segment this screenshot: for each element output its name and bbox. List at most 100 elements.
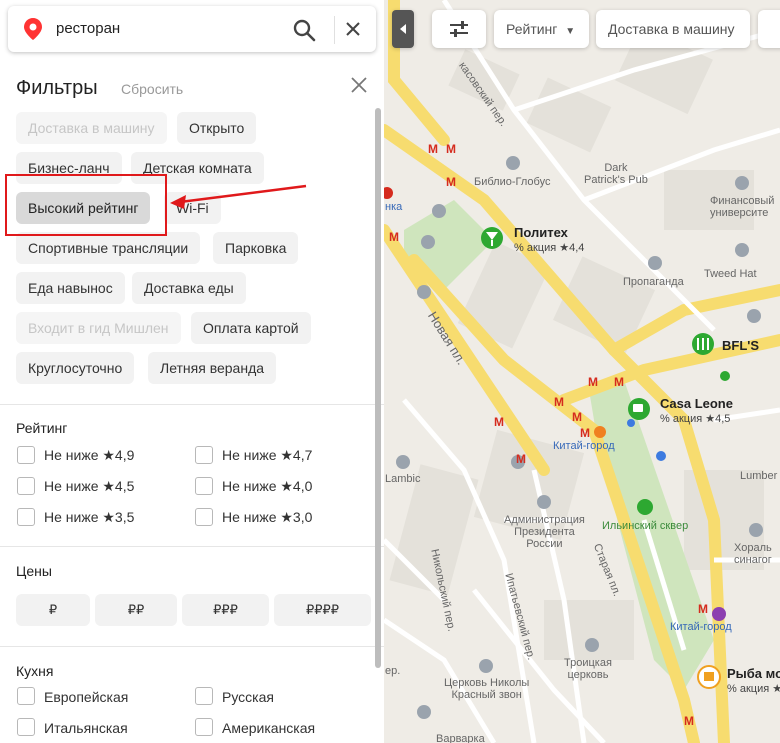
ryba-pin-icon [697, 665, 721, 689]
park-icon [637, 499, 653, 515]
casa-leone-pin-icon [628, 398, 650, 420]
place-name-politeh[interactable]: Политех [514, 225, 568, 240]
poi-label: Tweed Hat [704, 268, 757, 280]
metro-badge-7-icon [712, 607, 726, 621]
green-dot-icon [720, 371, 730, 381]
rating-checkbox-47[interactable] [195, 446, 213, 464]
filters-panel: ресторан Фильтры Сбросить Доставка в маш… [0, 0, 384, 743]
poi-label: Библио-Глобус [474, 176, 551, 188]
rating-checkbox-49[interactable] [17, 446, 35, 464]
filter-chip-sports[interactable]: Спортивные трансляции [16, 232, 201, 264]
poi-label: Администрация Президента России [504, 514, 585, 550]
politeh-pin-icon [481, 227, 503, 249]
filter-chip-parking[interactable]: Парковка [213, 232, 299, 264]
metro-icon: M [389, 230, 399, 244]
map-area[interactable]: M M M M M M M M M M M M M касовский пер.… [384, 0, 780, 743]
rating-dropdown[interactable]: Рейтинг ▼ [494, 10, 589, 48]
filters-toggle-button[interactable] [432, 10, 486, 48]
metro-icon: M [614, 375, 624, 389]
filters-title: Фильтры [16, 77, 98, 99]
chevron-down-icon: ▼ [565, 26, 576, 37]
filter-chip-michelin[interactable]: Входит в гид Мишлен [16, 312, 181, 344]
rating-checkbox-40[interactable] [195, 477, 213, 495]
metro-icon: M [446, 175, 456, 189]
poi-label: Dark Patrick's Pub [584, 162, 648, 186]
bfls-pin-icon [692, 333, 714, 355]
poi-label: Хораль синагог [734, 542, 772, 566]
annotation-arrow-icon [170, 184, 307, 209]
metro-icon: M [580, 426, 590, 440]
location-pin-icon [24, 18, 42, 40]
prices-section-title: Цены [16, 563, 52, 579]
more-filters-button[interactable] [758, 10, 780, 48]
reset-filters-button[interactable]: Сбросить [121, 81, 183, 97]
metro-icon: M [572, 410, 582, 424]
cuisine-section-title: Кухня [16, 663, 54, 679]
poi-label: Lambic [385, 473, 421, 485]
panel-scrollbar[interactable] [375, 108, 381, 668]
cuisine-option-label: Итальянская [44, 720, 128, 736]
search-input[interactable]: ресторан [56, 20, 120, 37]
cuisine-checkbox-american[interactable] [195, 718, 213, 736]
rating-section-title: Рейтинг [16, 420, 68, 436]
price-button-3[interactable]: ₽₽₽ [182, 594, 269, 626]
place-sub-politeh: % акция ★4,4 [514, 242, 585, 254]
poi-label: Церковь Николы Красный звон [444, 677, 530, 701]
cuisine-option-label: Русская [222, 689, 274, 705]
filter-chip-open[interactable]: Открыто [177, 112, 257, 144]
filter-chip-food-delivery[interactable]: Доставка еды [132, 272, 246, 304]
section-divider [0, 404, 384, 405]
rating-checkbox-30[interactable] [195, 508, 213, 526]
poi-label: Финансовый университе [710, 195, 775, 219]
metro-icon: M [494, 415, 504, 429]
poi-label: Троицкая церковь [564, 657, 612, 681]
metro-icon: M [698, 602, 708, 616]
place-name-bfls[interactable]: BFL'S [722, 338, 759, 353]
blue-dot-icon [656, 451, 666, 461]
car-delivery-button[interactable]: Доставка в машину [596, 10, 750, 48]
price-button-2[interactable]: ₽₽ [95, 594, 177, 626]
place-sub-ryba: % акция ★4,5 [727, 683, 780, 695]
rating-checkbox-35[interactable] [17, 508, 35, 526]
rating-checkbox-45[interactable] [17, 477, 35, 495]
rating-option-label: Не ниже ★4,5 [44, 478, 135, 494]
clear-search-icon[interactable] [344, 20, 362, 38]
rating-dropdown-label: Рейтинг [506, 21, 558, 37]
collapse-panel-button[interactable] [392, 10, 414, 48]
place-sub-casa-leone: % акция ★4,5 [660, 413, 731, 425]
metro-badge-6-icon [594, 426, 606, 438]
filter-chip-veranda[interactable]: Летняя веранда [148, 352, 277, 384]
metro-label: Китай-город [670, 621, 732, 633]
metro-icon: M [516, 452, 526, 466]
metro-icon: M [446, 142, 456, 156]
cuisine-checkbox-european[interactable] [17, 687, 35, 705]
metro-icon: M [428, 142, 438, 156]
street-label: ер. [385, 665, 401, 677]
filter-chip-car-delivery[interactable]: Доставка в машину [16, 112, 167, 144]
cuisine-checkbox-russian[interactable] [195, 687, 213, 705]
filter-chip-card-payment[interactable]: Оплата картой [191, 312, 311, 344]
search-icon[interactable] [292, 18, 316, 42]
sliders-icon [450, 21, 468, 37]
close-icon[interactable] [350, 76, 368, 94]
highlight-box [5, 174, 167, 236]
filter-chip-24h[interactable]: Круглосуточно [16, 352, 135, 384]
blue-dot-icon [627, 419, 635, 427]
cuisine-option-label: Европейская [44, 689, 129, 705]
search-divider [334, 16, 335, 44]
place-name-casa-leone[interactable]: Casa Leone [660, 396, 733, 411]
search-box[interactable]: ресторан [8, 6, 376, 52]
place-name-ryba[interactable]: Рыба мо [727, 666, 780, 681]
section-divider [0, 646, 384, 647]
price-button-4[interactable]: ₽₽₽₽ [274, 594, 371, 626]
park-label: Ильинский сквер [602, 520, 689, 532]
filter-chip-takeaway[interactable]: Еда навынос [16, 272, 125, 304]
price-button-1[interactable]: ₽ [16, 594, 90, 626]
rating-option-label: Не ниже ★4,7 [222, 447, 313, 463]
cuisine-checkbox-italian[interactable] [17, 718, 35, 736]
metro-label: нка [385, 201, 403, 213]
section-divider [0, 546, 384, 547]
metro-icon: M [684, 714, 694, 728]
cuisine-option-label: Американская [222, 720, 316, 736]
rating-option-label: Не ниже ★4,0 [222, 478, 313, 494]
